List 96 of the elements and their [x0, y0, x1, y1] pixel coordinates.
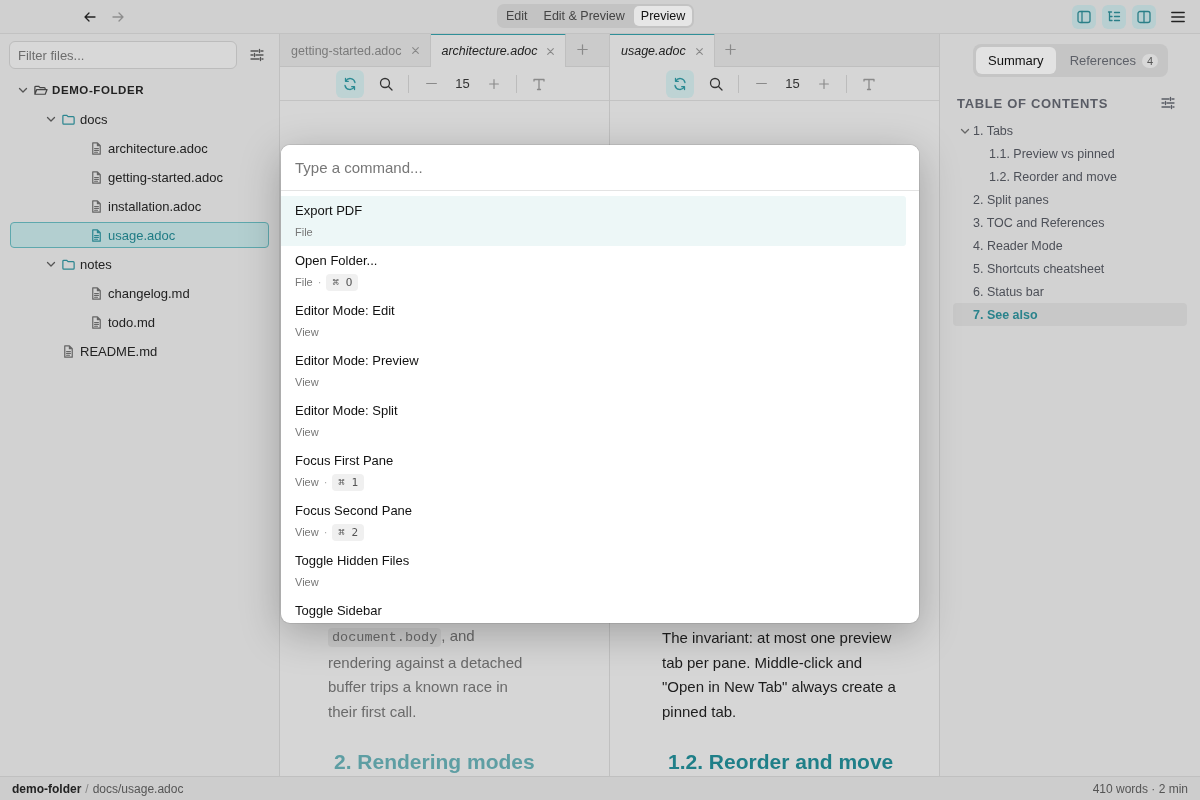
folder-item[interactable]: docs	[10, 106, 269, 132]
file-item[interactable]: installation.adoc	[10, 193, 269, 219]
outline-tab[interactable]: Summary	[976, 47, 1056, 74]
file-tab[interactable]: architecture.adoc	[430, 33, 567, 67]
plus-icon	[486, 76, 501, 91]
file-icon	[89, 227, 104, 243]
command-item[interactable]: Editor Mode: Preview View	[281, 346, 906, 396]
command-title: Focus Second Pane	[295, 502, 414, 520]
panel-icon	[1136, 8, 1152, 25]
mode-tab[interactable]: Preview	[633, 6, 693, 26]
command-title: Editor Mode: Edit	[295, 302, 396, 320]
command-item[interactable]: Editor Mode: Edit View	[281, 296, 906, 346]
font-size: 15	[454, 76, 471, 91]
sliders-icon	[1160, 95, 1176, 111]
command-category: View	[295, 576, 319, 588]
plus-icon	[574, 42, 590, 57]
command-input[interactable]: Type a command...	[281, 145, 919, 191]
toc-item[interactable]: 1.2. Reorder and move	[953, 165, 1187, 188]
font-size: 15	[784, 76, 801, 91]
file-icon	[89, 314, 104, 330]
refresh-icon	[342, 75, 359, 92]
file-item[interactable]: README.md	[10, 338, 269, 364]
section-heading: 2. Rendering modes	[334, 749, 536, 775]
toc-item[interactable]: 2. Split panes	[953, 188, 1187, 211]
file-item[interactable]: changelog.md	[10, 280, 269, 306]
filter-field[interactable]: Filter files...	[9, 41, 237, 69]
paragraph: document.body , and rendering against a detached buffer trips a known race in their first call.	[328, 626, 524, 722]
toc-item[interactable]: 5. Shortcuts cheatsheet	[953, 257, 1187, 280]
command-title: Toggle Hidden Files	[295, 552, 411, 570]
file-path: docs/usage.adoc	[92, 781, 184, 796]
panel-title: TABLE OF CONTENTS	[957, 95, 1109, 111]
command-item[interactable]: Open Folder... File · ⌘ O	[281, 246, 906, 296]
folder-name: demo-folder	[12, 781, 82, 796]
command-item[interactable]: Focus Second Pane View · ⌘ 2	[281, 496, 906, 546]
paragraph: The invariant: at most one preview tab per pane. Middle-click and "Open in New Tab" always create a pinned tab.	[662, 628, 897, 722]
sidebar-toggle[interactable]	[1072, 4, 1096, 29]
command-title: Editor Mode: Preview	[295, 352, 420, 370]
search-icon	[708, 75, 725, 92]
command-item[interactable]: Focus First Pane View · ⌘ 1	[281, 446, 906, 496]
command-item[interactable]: Toggle Hidden Files View	[281, 546, 906, 596]
command-category: View	[295, 526, 319, 538]
shortcut-key: ⌘ 1	[332, 473, 365, 491]
shortcut-key: ⌘ O	[326, 273, 359, 291]
file-icon	[89, 140, 104, 156]
file-tab[interactable]: usage.adoc	[610, 33, 715, 67]
command-title: Open Folder...	[295, 252, 379, 270]
command-category: View	[295, 476, 319, 488]
file-icon	[89, 285, 104, 301]
refresh-icon	[672, 75, 689, 92]
minus-icon	[425, 82, 437, 85]
search-icon	[378, 75, 395, 92]
command-title: Export PDF	[295, 202, 364, 220]
document-stats: 410 words · 2 min	[1092, 781, 1188, 796]
command-category: View	[295, 426, 319, 438]
toc-item[interactable]: 6. Status bar	[953, 280, 1187, 303]
toc-item[interactable]: 1.1. Preview vs pinned	[953, 142, 1187, 165]
sync-button[interactable]	[336, 69, 365, 98]
file-item[interactable]: todo.md	[10, 309, 269, 335]
folder-item[interactable]: DEMO-FOLDER	[10, 77, 269, 103]
outline-toggle[interactable]	[1102, 4, 1126, 29]
plus-icon	[723, 42, 739, 57]
separator-dot: ·	[317, 276, 322, 288]
split-view-toggle[interactable]	[1132, 4, 1156, 29]
folder-item[interactable]: notes	[10, 251, 269, 277]
command-item[interactable]: Export PDF File	[281, 196, 906, 246]
command-category: View	[295, 326, 319, 338]
minus-icon	[755, 82, 767, 85]
section-heading: 1.2. Reorder and move	[668, 749, 895, 775]
file-icon	[89, 169, 104, 185]
command-title: Editor Mode: Split	[295, 402, 399, 420]
command-category: View	[295, 376, 319, 388]
command-item[interactable]: Editor Mode: Split View	[281, 396, 906, 446]
shortcut-key: ⌘ 2	[332, 523, 365, 541]
separator-dot: ·	[323, 476, 328, 488]
file-icon	[61, 343, 76, 359]
mode-tab[interactable]: Edit	[499, 6, 535, 26]
command-title: Toggle Sidebar	[295, 602, 383, 620]
command-item[interactable]: Toggle Sidebar	[281, 596, 906, 623]
sliders-icon	[249, 47, 265, 63]
sync-button[interactable]	[666, 69, 695, 98]
file-item[interactable]: architecture.adoc	[10, 135, 269, 161]
toc-item[interactable]: 1. Tabs	[953, 119, 1187, 142]
command-category: File	[295, 276, 313, 288]
plus-icon	[816, 76, 831, 91]
mode-tab[interactable]: Edit & Preview	[536, 6, 632, 26]
file-item[interactable]: getting-started.adoc	[10, 164, 269, 190]
file-icon	[89, 198, 104, 214]
path-separator: /	[85, 781, 89, 796]
panel-icon	[1076, 8, 1092, 25]
toc-item[interactable]: 3. TOC and References	[953, 211, 1187, 234]
command-title: Focus First Pane	[295, 452, 395, 470]
separator-dot: ·	[323, 526, 328, 538]
command-category: File	[295, 226, 313, 238]
toc-item[interactable]: 4. Reader Mode	[953, 234, 1187, 257]
outline-tab[interactable]: References 4	[1057, 47, 1171, 74]
count-badge: 4	[1142, 53, 1159, 68]
